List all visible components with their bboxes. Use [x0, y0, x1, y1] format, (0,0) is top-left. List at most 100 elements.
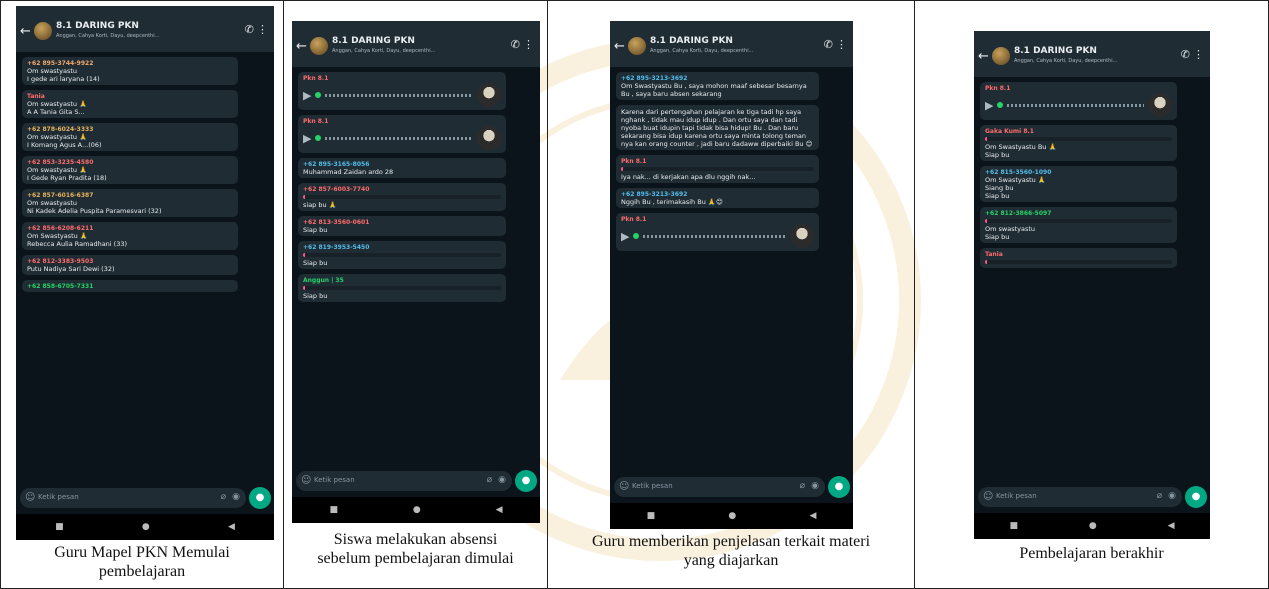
mic-icon[interactable]: ● — [515, 470, 537, 492]
camera-icon[interactable]: ◉ — [232, 492, 240, 502]
message-bubble[interactable]: +62 815-3560-1090 Om Swastyastu 🙏 Siang b… — [980, 166, 1178, 202]
message-bubble[interactable]: Gaka Kumi 8.1 Om Swastyastu Bu 🙏 Siap bu — [980, 125, 1178, 161]
group-avatar-icon[interactable] — [310, 37, 328, 55]
message-bubble[interactable]: +62 857-6016-6387 Om swastyastu Ni Kadek … — [22, 189, 239, 217]
nav-square-icon[interactable]: ■ — [647, 511, 656, 521]
message-bubble[interactable]: +62 812-3383-9503 Putu Nadiya Sari Dewi (… — [22, 255, 239, 275]
nav-home-icon[interactable]: ● — [413, 505, 421, 515]
call-icon[interactable]: ✆ — [511, 38, 520, 51]
message-list[interactable]: +62 895-3213-3692 Om Swastyastu Bu , saya… — [610, 69, 853, 473]
play-icon[interactable]: ▶ — [985, 99, 993, 112]
message-bubble[interactable]: Pkn 8.1 Iya nak... di kerjakan apa dlu ng… — [616, 155, 820, 183]
message-bubble[interactable]: Anggun | 35 Siap bu — [298, 274, 506, 302]
back-arrow-icon[interactable]: ← — [20, 24, 31, 39]
message-list[interactable]: +62 895-3744-9922 Om swastyastu I gede ar… — [16, 54, 274, 484]
voice-progress-dot[interactable] — [315, 92, 322, 98]
attach-icon[interactable]: ⌀ — [1157, 491, 1162, 501]
nav-back-icon[interactable]: ◀ — [228, 522, 235, 532]
attach-icon[interactable]: ⌀ — [221, 492, 226, 502]
voice-progress-dot[interactable] — [315, 135, 322, 141]
message-list[interactable]: Pkn 8.1 ▶ Gaka Kumi 8.1 Om Swastyastu Bu 🙏 … — [974, 79, 1210, 483]
camera-icon[interactable]: ◉ — [811, 481, 819, 491]
message-bubble[interactable]: +62 895-3165-8056 Muhammad Zaidan ardo 28 — [298, 158, 506, 178]
nav-home-icon[interactable]: ● — [728, 511, 736, 521]
call-icon[interactable]: ✆ — [245, 23, 254, 36]
quoted-reply[interactable] — [303, 195, 501, 199]
call-icon[interactable]: ✆ — [1181, 48, 1190, 61]
nav-home-icon[interactable]: ● — [1089, 521, 1097, 531]
message-list[interactable]: Pkn 8.1 ▶ Pkn 8.1 ▶ +62 895-3165-8056 Muhamma… — [292, 69, 540, 467]
attach-icon[interactable]: ⌀ — [487, 475, 492, 485]
emoji-icon[interactable]: ☺ — [301, 475, 311, 486]
message-bubble[interactable]: Pkn 8.1 ▶ — [980, 82, 1178, 120]
nav-square-icon[interactable]: ■ — [329, 505, 338, 515]
group-title[interactable]: 8.1 DARING PKN — [332, 36, 415, 46]
message-bubble[interactable]: Pkn 8.1 ▶ — [616, 213, 820, 251]
group-title[interactable]: 8.1 DARING PKN — [56, 21, 139, 31]
message-bubble[interactable]: +62 857-6003-7740 siap bu 🙏 — [298, 183, 506, 211]
mic-icon[interactable]: ● — [828, 476, 850, 498]
quoted-reply[interactable] — [985, 260, 1173, 264]
message-bubble[interactable]: +62 819-3953-5450 Siap bu — [298, 241, 506, 269]
message-bubble[interactable]: +62 853-3235-4580 Om swastyastu 🙏 I Gede … — [22, 156, 239, 184]
group-title[interactable]: 8.1 DARING PKN — [1014, 46, 1097, 56]
menu-dots-icon[interactable]: ⋮ — [1193, 48, 1204, 61]
message-bubble[interactable]: +62 813-3560-0601 Siap bu — [298, 216, 506, 236]
nav-home-icon[interactable]: ● — [142, 522, 150, 532]
back-arrow-icon[interactable]: ← — [296, 39, 307, 54]
message-bubble[interactable]: +62 856-6208-6211 Om Swastyastu 🙏 Rebecca… — [22, 222, 239, 250]
nav-square-icon[interactable]: ■ — [1009, 521, 1018, 531]
play-icon[interactable]: ▶ — [303, 89, 311, 102]
message-bubble[interactable]: +62 895-3213-3692 Nggih Bu , terimakasih … — [616, 188, 820, 208]
group-avatar-icon[interactable] — [34, 22, 52, 40]
message-input-bar[interactable]: ☺ Ketik pesan ⌀ ◉ — [978, 487, 1182, 507]
message-bubble[interactable]: +62 858-6705-7331 — [22, 280, 239, 292]
message-bubble[interactable]: Tania — [980, 248, 1178, 268]
nav-back-icon[interactable]: ◀ — [809, 511, 816, 521]
nav-back-icon[interactable]: ◀ — [496, 505, 503, 515]
emoji-icon[interactable]: ☺ — [619, 481, 629, 492]
emoji-icon[interactable]: ☺ — [983, 491, 993, 502]
message-bubble[interactable]: +62 812-3866-5097 Om swastyastu Siap bu — [980, 207, 1178, 243]
message-bubble[interactable]: Tania Om swastyastu 🙏 A A Tania Gita S... — [22, 90, 239, 118]
play-icon[interactable]: ▶ — [303, 132, 311, 145]
voice-note[interactable]: ▶ — [985, 92, 1173, 118]
voice-note[interactable]: ▶ — [621, 223, 815, 249]
mic-icon[interactable]: ● — [249, 487, 271, 509]
quoted-reply[interactable] — [985, 137, 1173, 141]
voice-note[interactable]: ▶ — [303, 125, 501, 151]
quoted-reply[interactable] — [303, 253, 501, 257]
menu-dots-icon[interactable]: ⋮ — [523, 38, 534, 51]
quoted-reply[interactable] — [621, 167, 815, 171]
message-bubble[interactable]: +62 878-6024-3333 Om swastyastu 🙏 I Koman… — [22, 123, 239, 151]
voice-waveform[interactable] — [325, 136, 473, 140]
menu-dots-icon[interactable]: ⋮ — [836, 38, 847, 51]
message-input[interactable]: Ketik pesan — [314, 476, 355, 484]
message-input-bar[interactable]: ☺ Ketik pesan ⌀ ◉ — [296, 471, 512, 491]
back-arrow-icon[interactable]: ← — [614, 39, 625, 54]
mic-icon[interactable]: ● — [1185, 486, 1207, 508]
attach-icon[interactable]: ⌀ — [800, 481, 805, 491]
message-bubble[interactable]: Karena dari pertengahan pelajaran ke tig… — [616, 105, 820, 150]
voice-progress-dot[interactable] — [633, 233, 640, 239]
voice-note[interactable]: ▶ — [303, 82, 501, 108]
nav-back-icon[interactable]: ◀ — [1168, 521, 1175, 531]
message-input[interactable]: Ketik pesan — [38, 493, 79, 501]
message-bubble[interactable]: +62 895-3744-9922 Om swastyastu I gede ar… — [22, 57, 239, 85]
quoted-reply[interactable] — [985, 219, 1173, 223]
camera-icon[interactable]: ◉ — [498, 475, 506, 485]
menu-dots-icon[interactable]: ⋮ — [257, 23, 268, 36]
call-icon[interactable]: ✆ — [824, 38, 833, 51]
voice-waveform[interactable] — [325, 93, 473, 97]
message-input[interactable]: Ketik pesan — [996, 492, 1037, 500]
voice-waveform[interactable] — [1007, 103, 1145, 107]
group-avatar-icon[interactable] — [628, 37, 646, 55]
message-bubble[interactable]: Pkn 8.1 ▶ — [298, 72, 506, 110]
message-input-bar[interactable]: ☺ Ketik pesan ⌀ ◉ — [614, 477, 825, 497]
message-input-bar[interactable]: ☺ Ketik pesan ⌀ ◉ — [20, 488, 246, 508]
message-input[interactable]: Ketik pesan — [632, 482, 673, 490]
message-bubble[interactable]: Pkn 8.1 ▶ — [298, 115, 506, 153]
nav-square-icon[interactable]: ■ — [55, 522, 64, 532]
quoted-reply[interactable] — [303, 286, 501, 290]
camera-icon[interactable]: ◉ — [1168, 491, 1176, 501]
